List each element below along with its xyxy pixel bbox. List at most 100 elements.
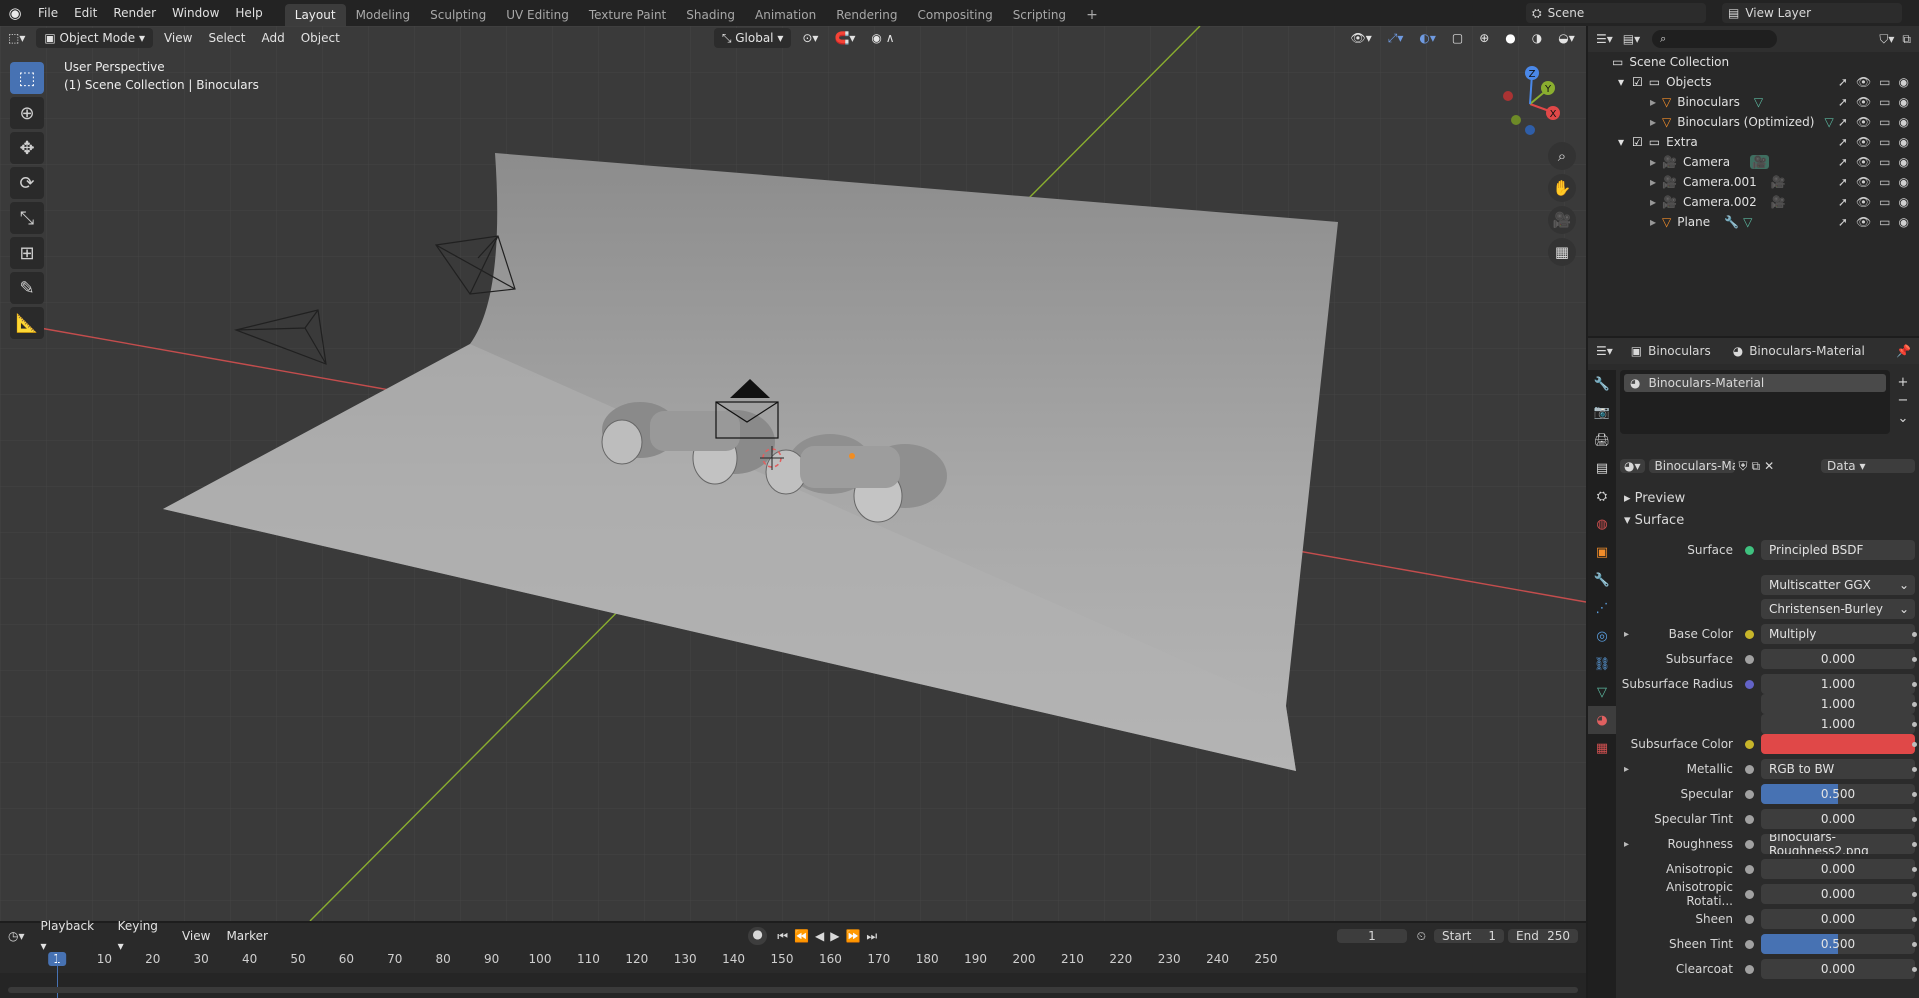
remove-slot-icon[interactable]: − [1896, 392, 1910, 410]
annotate-tool-icon[interactable]: ✎ [10, 272, 44, 304]
tool-tab-icon[interactable]: 🔧 [1588, 370, 1616, 398]
tab-uv-editing[interactable]: UV Editing [496, 4, 579, 26]
menu-timeline-view[interactable]: View [174, 926, 218, 946]
menu-render[interactable]: Render [105, 0, 164, 26]
row-visibility-controls[interactable]: ➚ 👁 ▭ ◉ [1838, 155, 1909, 169]
socket-icon[interactable] [1745, 739, 1754, 749]
value-slider[interactable]: 0.500 [1761, 934, 1915, 954]
timeline-ruler[interactable]: 1102030405060708090100110120130140150160… [0, 952, 1586, 972]
menu-edit[interactable]: Edit [66, 0, 105, 26]
expand-extra-icon[interactable]: ▾ [1618, 135, 1632, 149]
row-visibility-controls[interactable]: ➚ 👁 ▭ ◉ [1838, 195, 1909, 209]
checkbox-icon[interactable]: ☑ [1632, 135, 1643, 149]
tab-modeling[interactable]: Modeling [346, 4, 421, 26]
cursor-tool-icon[interactable]: ⊕ [10, 97, 44, 129]
value-slider[interactable]: 0.000 [1761, 649, 1915, 669]
end-frame-field[interactable]: End 250 [1508, 929, 1578, 943]
material-tab-icon[interactable]: ◕ [1588, 706, 1616, 734]
value-slider[interactable]: 0.000 [1761, 884, 1915, 904]
timeline-editor-icon[interactable]: ◷▾ [8, 929, 25, 943]
fake-user-icon[interactable]: ⛨ [1739, 459, 1748, 474]
socket-icon[interactable] [1745, 864, 1754, 874]
gizmo-toggle-icon[interactable]: ⤢▾ [1380, 28, 1412, 48]
value-slider[interactable]: 0.000 [1761, 959, 1915, 979]
modifier-tab-icon[interactable]: 🔧 [1588, 566, 1616, 594]
socket-icon[interactable] [1745, 939, 1754, 949]
expand-link-icon[interactable]: ▸ [1624, 629, 1629, 640]
expand-link-icon[interactable]: ▸ [1624, 839, 1629, 850]
socket-icon[interactable] [1745, 764, 1754, 774]
outliner-row-binoculars-optimized[interactable]: ▸ ▽ Binoculars (Optimized) ▽ ➚ 👁 ▭ ◉ [1588, 112, 1919, 132]
outliner-row-binoculars[interactable]: ▸ ▽ Binoculars ▽ ➚ 👁 ▭ ◉ [1588, 92, 1919, 112]
value-slider[interactable]: 0.000 [1761, 859, 1915, 879]
expand-icon[interactable]: ▸ [1650, 155, 1662, 169]
shading-solid-icon[interactable]: ● [1497, 28, 1523, 48]
scene-tab-icon[interactable]: ⛭ [1588, 482, 1616, 510]
menu-playback[interactable]: Playback ▾ [33, 916, 110, 956]
menu-help[interactable]: Help [227, 0, 270, 26]
row-visibility-controls[interactable]: ➚ 👁 ▭ ◉ [1838, 75, 1909, 89]
menu-view[interactable]: View [156, 28, 200, 48]
view-layer-selector[interactable]: ▤ View Layer [1722, 3, 1902, 23]
value-slider[interactable]: 1.000 [1761, 714, 1915, 734]
play-reverse-icon[interactable]: ◀ [815, 929, 830, 943]
socket-icon[interactable] [1745, 789, 1754, 799]
world-tab-icon[interactable]: ◍ [1588, 510, 1616, 538]
object-tab-icon[interactable]: ▣ [1588, 538, 1616, 566]
editor-type-icon[interactable]: ⬚▾ [0, 28, 33, 48]
filter-icon[interactable]: ⛉▾ [1879, 32, 1894, 47]
properties-object-name[interactable]: Binoculars [1648, 344, 1711, 358]
tab-compositing[interactable]: Compositing [907, 4, 1002, 26]
menu-marker[interactable]: Marker [218, 926, 275, 946]
value-slider[interactable]: 0.000 [1761, 809, 1915, 829]
keyframe-dot-icon[interactable] [1912, 721, 1917, 727]
add-slot-icon[interactable]: + [1896, 374, 1910, 392]
preview-panel-header[interactable]: ▸ Preview [1624, 491, 1685, 506]
render-tab-icon[interactable]: 📷 [1588, 398, 1616, 426]
tab-sculpting[interactable]: Sculpting [420, 4, 496, 26]
row-visibility-controls[interactable]: ➚ 👁 ▭ ◉ [1838, 95, 1909, 109]
jump-start-icon[interactable]: ⏮ [777, 929, 794, 943]
menu-file[interactable]: File [30, 0, 66, 26]
socket-icon[interactable] [1745, 629, 1754, 639]
row-visibility-controls[interactable]: ➚ 👁 ▭ ◉ [1838, 115, 1909, 129]
color-swatch[interactable] [1761, 734, 1915, 754]
zoom-icon[interactable]: ⌕ [1548, 142, 1576, 170]
value-slider[interactable]: 0.000 [1761, 909, 1915, 929]
expand-icon[interactable]: ▸ [1650, 215, 1662, 229]
next-keyframe-icon[interactable]: ⏩ [845, 929, 866, 943]
move-tool-icon[interactable]: ✥ [10, 132, 44, 164]
menu-add[interactable]: Add [253, 28, 292, 48]
row-visibility-controls[interactable]: ➚ 👁 ▭ ◉ [1838, 135, 1909, 149]
timeline-track-area[interactable] [0, 973, 1586, 998]
perspective-grid-icon[interactable]: ▦ [1548, 238, 1576, 266]
menu-select[interactable]: Select [200, 28, 253, 48]
socket-icon[interactable] [1745, 914, 1754, 924]
keyframe-dot-icon[interactable] [1912, 656, 1917, 662]
material-name-field[interactable]: Binoculars-Ma... [1648, 459, 1735, 473]
outliner-row-camera[interactable]: ▸ 🎥 Camera 🎥 ➚ 👁 ▭ ◉ [1588, 152, 1919, 172]
menu-window[interactable]: Window [164, 0, 227, 26]
expand-icon[interactable]: ▸ [1650, 175, 1662, 189]
transform-tool-icon[interactable]: ⊞ [10, 237, 44, 269]
linked-node-field[interactable]: RGB to BW [1761, 759, 1915, 779]
distribution-dropdown[interactable]: Multiscatter GGX ⌄ [1761, 575, 1915, 595]
prev-keyframe-icon[interactable]: ⏪ [794, 929, 815, 943]
keyframe-dot-icon[interactable] [1912, 791, 1917, 797]
keyframe-dot-icon[interactable] [1912, 631, 1917, 637]
scene-selector[interactable]: ⛭ Scene [1526, 3, 1706, 23]
display-mode-icon[interactable]: ▤▾ [1623, 32, 1640, 46]
shading-material-icon[interactable]: ◑ [1524, 28, 1550, 48]
overlay-toggle-icon[interactable]: ◐▾ [1411, 28, 1444, 48]
scale-tool-icon[interactable]: ⤡ [10, 202, 44, 234]
expand-objects-icon[interactable]: ▾ [1618, 75, 1632, 89]
browse-material-icon[interactable]: ◕▾ [1620, 459, 1645, 473]
pivot-point-icon[interactable]: ⊙▾ [794, 28, 826, 48]
socket-icon[interactable] [1745, 964, 1754, 974]
outliner-row-scene-collection[interactable]: ▭ Scene Collection [1588, 52, 1919, 72]
outliner-editor-icon[interactable]: ☰▾ [1596, 32, 1613, 46]
keyframe-dot-icon[interactable] [1912, 866, 1917, 872]
timeline-scrollbar[interactable] [8, 987, 1578, 993]
tab-rendering[interactable]: Rendering [826, 4, 907, 26]
data-tab-icon[interactable]: ▽ [1588, 678, 1616, 706]
